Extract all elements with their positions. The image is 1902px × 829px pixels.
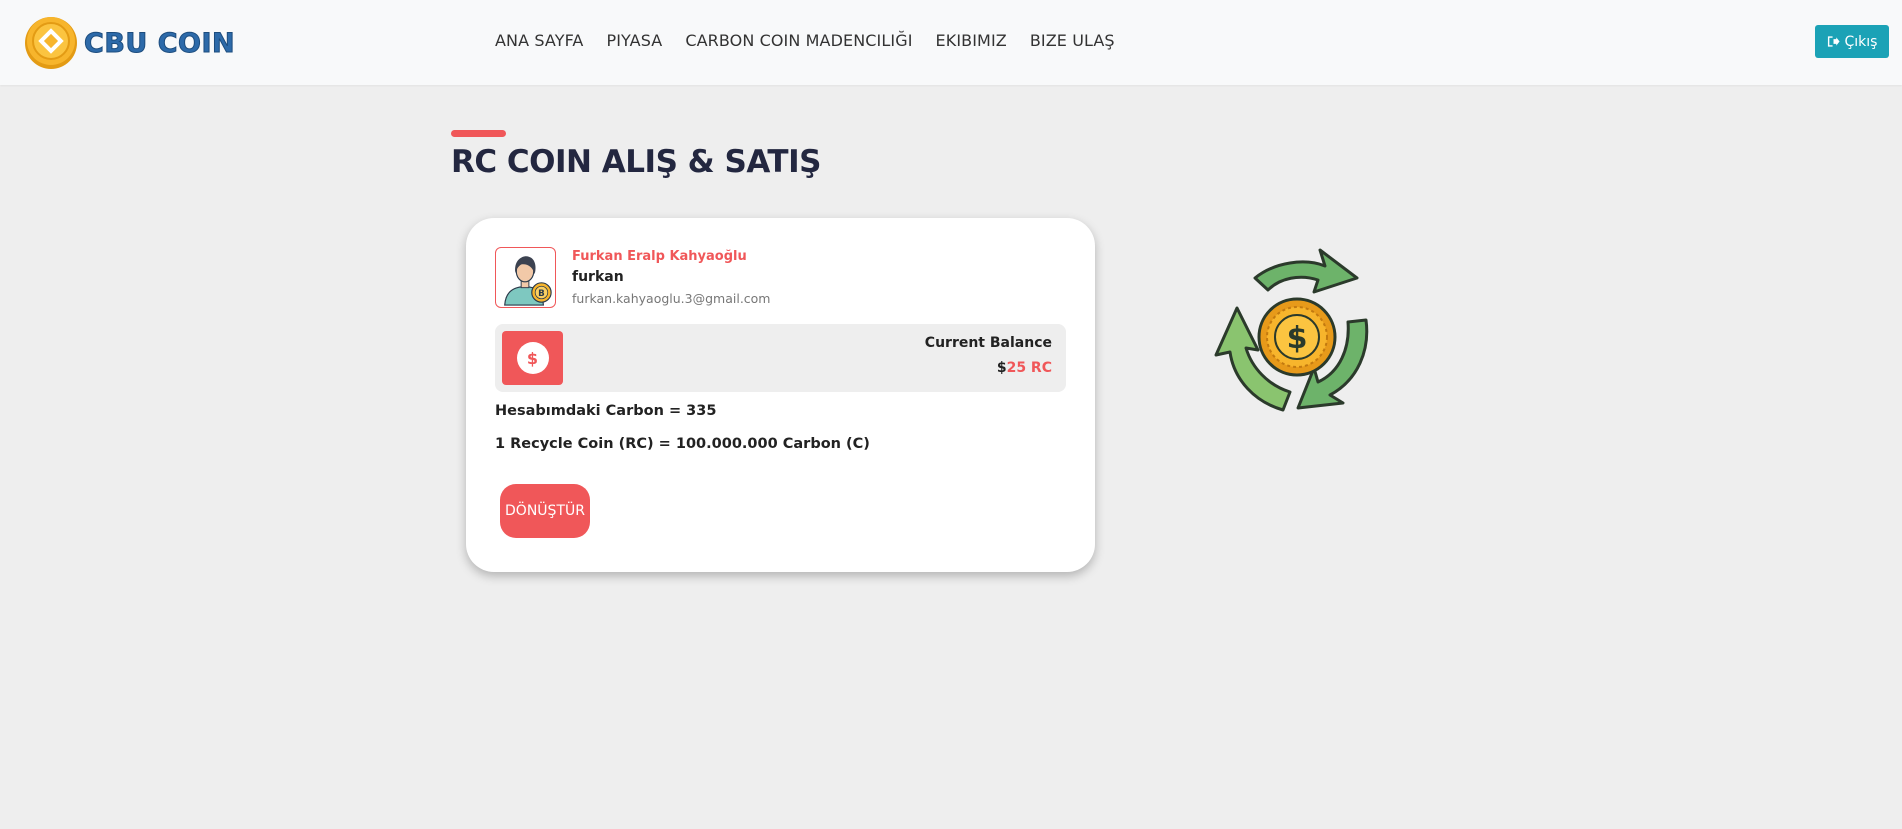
balance-icon-tile: $ xyxy=(502,331,563,385)
nav-item-carbon-coin-madenciligi[interactable]: CARBON COIN MADENCILIĞI xyxy=(685,31,912,50)
balance-currency: $ xyxy=(996,360,1007,376)
recycle-coin-icon: $ xyxy=(1214,248,1369,412)
sign-out-icon xyxy=(1827,36,1840,47)
convert-button[interactable]: DÖNÜŞTÜR xyxy=(500,484,590,538)
page-title: RC COIN ALIŞ & SATIŞ xyxy=(451,144,821,180)
exchange-card: B Furkan Eralp Kahyaoğlu furkan furkan.k… xyxy=(466,218,1095,572)
user-bitcoin-avatar-icon: B xyxy=(504,256,552,306)
carbon-amount: Hesabımdaki Carbon = 335 xyxy=(495,403,717,419)
balance-value: $25 RC xyxy=(997,360,1052,376)
title-accent-bar xyxy=(451,130,506,137)
dollar-icon: $ xyxy=(516,342,549,374)
avatar: B xyxy=(495,247,556,308)
nav-item-ana-sayfa[interactable]: ANA SAYFA xyxy=(495,31,583,50)
nav-item-piyasa[interactable]: PIYASA xyxy=(606,31,662,50)
user-username: furkan xyxy=(572,269,624,285)
user-full-name: Furkan Eralp Kahyaoğlu xyxy=(572,249,747,264)
main-nav: ANA SAYFA PIYASA CARBON COIN MADENCILIĞI… xyxy=(495,31,1138,50)
balance-label: Current Balance xyxy=(924,335,1052,351)
conversion-rate: 1 Recycle Coin (RC) = 100.000.000 Carbon… xyxy=(495,436,870,452)
navbar: CBU COIN ANA SAYFA PIYASA CARBON COIN MA… xyxy=(0,0,1902,85)
nav-item-bize-ulas[interactable]: BIZE ULAŞ xyxy=(1030,31,1115,50)
balance-amount: 25 RC xyxy=(1006,360,1052,376)
logout-label: Çıkış xyxy=(1844,33,1878,50)
balance-panel: $ Current Balance $25 RC xyxy=(495,324,1066,392)
user-email: furkan.kahyaoglu.3@gmail.com xyxy=(572,291,771,306)
brand-logo[interactable]: CBU COIN xyxy=(24,14,235,72)
logout-button[interactable]: Çıkış xyxy=(1815,25,1889,58)
svg-text:$: $ xyxy=(1287,321,1308,356)
svg-text:B: B xyxy=(538,289,545,299)
coin-logo-icon xyxy=(25,17,77,69)
brand-name: CBU COIN xyxy=(83,27,236,59)
nav-item-ekibimiz[interactable]: EKIBIMIZ xyxy=(936,31,1007,50)
